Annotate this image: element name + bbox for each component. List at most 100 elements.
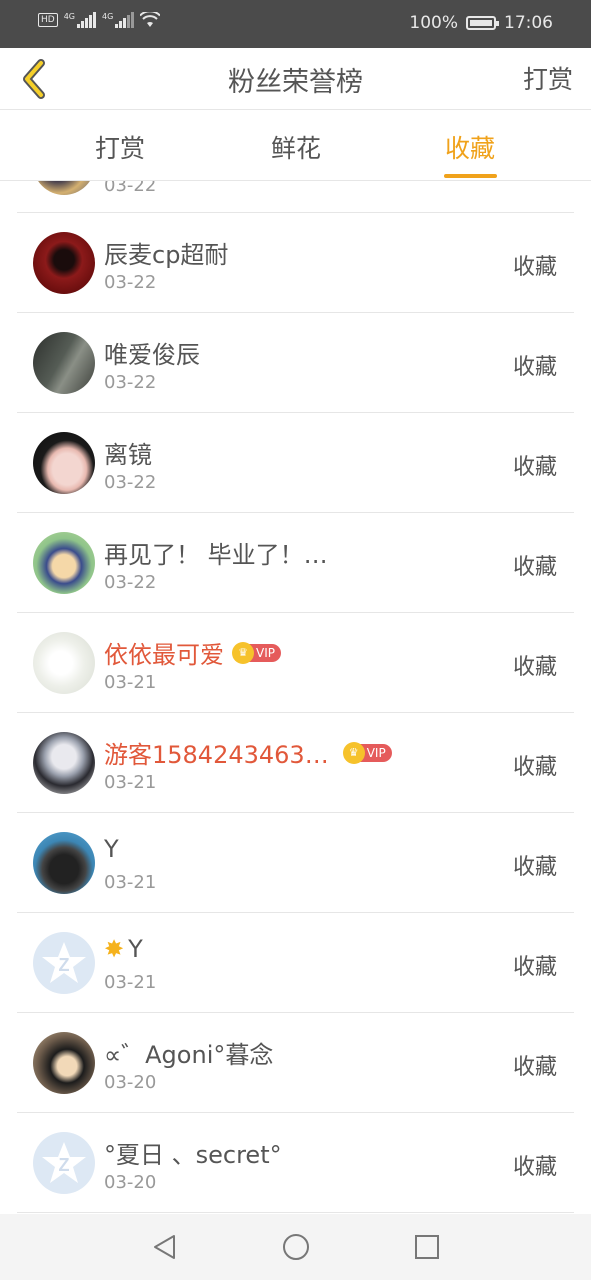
row-name: 依依最可爱 ♛ VIP [104, 635, 281, 670]
list-item[interactable]: Z ✸ Y 03-21 收藏 [0, 913, 591, 1013]
user-name: 离镜 [104, 441, 152, 469]
user-name: Y [128, 935, 143, 963]
svg-text:Z: Z [59, 1155, 70, 1175]
clock: 17:06 [504, 13, 553, 33]
avatar: Z [33, 932, 95, 994]
avatar [33, 1032, 95, 1094]
row-date: 03-22 [104, 272, 157, 293]
row-date: 03-22 [104, 181, 157, 196]
active-tab-indicator [444, 174, 497, 178]
row-action: 收藏 [512, 1155, 557, 1180]
avatar [33, 432, 95, 494]
page-title: 粉丝荣誉榜 [228, 67, 363, 98]
row-action: 收藏 [512, 455, 557, 480]
row-action: 收藏 [512, 655, 557, 680]
user-name: 唯爱俊辰 [104, 341, 200, 369]
avatar [33, 532, 95, 594]
row-action: 收藏 [512, 255, 557, 280]
list-item[interactable]: ∝゛Agoni°暮念 03-20 收藏 [0, 1013, 591, 1113]
reward-button[interactable]: 打赏 [523, 60, 573, 96]
tab-favorites[interactable]: 收藏 [415, 129, 525, 165]
row-date: 03-22 [104, 572, 157, 593]
network-type-2: 4G [102, 12, 114, 21]
status-bar: HD 4G 4G 100% 17:06 [0, 0, 591, 48]
signal-icon-2: 4G [102, 12, 135, 28]
list-item[interactable]: 离镜 03-22 收藏 [0, 413, 591, 513]
circle-home-icon [283, 1234, 309, 1260]
row-name: 游客1584243463… ♛ VIP [104, 735, 392, 770]
tab-reward[interactable]: 打赏 [65, 129, 175, 165]
nav-back-button[interactable] [150, 1232, 180, 1262]
row-name: 再见了！ 毕业了！… [104, 535, 328, 570]
battery-icon [466, 16, 499, 30]
avatar: Z [33, 1132, 95, 1194]
list-item[interactable]: 唯爱俊辰 03-22 收藏 [0, 313, 591, 413]
row-action: 收藏 [512, 555, 557, 580]
row-date: 03-21 [104, 872, 157, 893]
user-name: 游客1584243463… [104, 741, 329, 769]
list-item[interactable]: 03-22 [0, 181, 591, 213]
row-name: Y [104, 835, 119, 863]
app-header: 粉丝荣誉榜 打赏 [0, 48, 591, 110]
avatar [33, 181, 95, 195]
row-action: 收藏 [512, 855, 557, 880]
default-avatar-icon: Z [42, 1142, 86, 1183]
row-date: 03-20 [104, 1172, 157, 1193]
row-action: 收藏 [512, 955, 557, 980]
svg-text:Z: Z [59, 955, 70, 975]
tab-flowers[interactable]: 鲜花 [241, 129, 351, 165]
status-left: HD 4G 4G [38, 12, 161, 28]
wifi-icon [140, 12, 161, 27]
list-item[interactable]: 依依最可爱 ♛ VIP 03-21 收藏 [0, 613, 591, 713]
user-name: 依依最可爱 [104, 641, 224, 669]
square-recents-icon [415, 1235, 439, 1259]
vip-badge: ♛ VIP [232, 641, 281, 664]
row-date: 03-21 [104, 972, 157, 993]
row-date: 03-21 [104, 672, 157, 693]
default-avatar-icon: Z [42, 942, 86, 983]
list-item[interactable]: 游客1584243463… ♛ VIP 03-21 收藏 [0, 713, 591, 813]
crown-icon: ♛ [232, 641, 254, 664]
fan-list: 03-22 辰麦cp超耐 03-22 收藏 唯爱俊辰 03-22 收藏 离镜 0… [0, 181, 591, 1214]
row-date: 03-20 [104, 1072, 157, 1093]
list-item[interactable]: 辰麦cp超耐 03-22 收藏 [0, 213, 591, 313]
row-name: 辰麦cp超耐 [104, 235, 228, 270]
user-name: Y [104, 835, 119, 863]
user-name: 再见了！ 毕业了！… [104, 541, 328, 569]
row-date: 03-22 [104, 372, 157, 393]
list-item[interactable]: 再见了！ 毕业了！… 03-22 收藏 [0, 513, 591, 613]
system-nav-bar [0, 1214, 591, 1280]
status-right: 100% 17:06 [409, 13, 553, 33]
user-name: °夏日 、secret° [104, 1141, 282, 1169]
triangle-back-icon [154, 1235, 175, 1259]
network-type: 4G [63, 12, 75, 21]
avatar [33, 332, 95, 394]
row-name: °夏日 、secret° [104, 1135, 282, 1170]
hd-indicator: HD [38, 13, 58, 27]
row-date: 03-22 [104, 472, 157, 493]
nav-recents-button[interactable] [412, 1232, 442, 1262]
battery-percent: 100% [409, 13, 458, 33]
row-name: 唯爱俊辰 [104, 335, 200, 370]
avatar [33, 832, 95, 894]
avatar [33, 732, 95, 794]
tab-bar: 打赏 鲜花 收藏 [0, 111, 591, 181]
row-action: 收藏 [512, 1055, 557, 1080]
row-date: 03-21 [104, 772, 157, 793]
row-name: 离镜 [104, 435, 152, 470]
list-item[interactable]: Z °夏日 、secret° 03-20 收藏 [0, 1113, 591, 1213]
divider [17, 1212, 574, 1213]
nav-home-button[interactable] [281, 1232, 311, 1262]
sun-icon: ✸ [104, 935, 125, 963]
list-item[interactable]: Y 03-21 收藏 [0, 813, 591, 913]
avatar [33, 632, 95, 694]
row-action: 收藏 [512, 355, 557, 380]
row-action: 收藏 [512, 755, 557, 780]
vip-badge: ♛ VIP [342, 741, 392, 764]
avatar [33, 232, 95, 294]
row-name: ✸ Y [104, 935, 143, 963]
crown-icon: ♛ [342, 741, 365, 764]
user-name: 辰麦cp超耐 [104, 241, 229, 269]
user-name: ∝゛Agoni°暮念 [104, 1041, 274, 1069]
row-name: ∝゛Agoni°暮念 [104, 1035, 273, 1070]
